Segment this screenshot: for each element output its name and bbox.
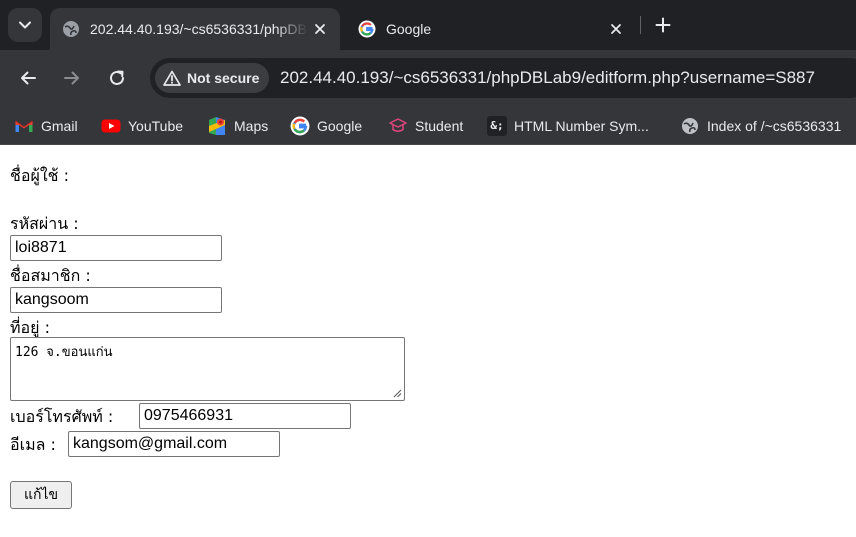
email-label: อีเมล : bbox=[10, 435, 56, 454]
bookmark-label: Gmail bbox=[41, 117, 78, 134]
tab-editform[interactable]: 202.44.40.193/~cs6536331/phpDBLab9/editf… bbox=[50, 8, 340, 50]
youtube-icon bbox=[101, 116, 121, 136]
bookmark-label: Maps bbox=[234, 117, 269, 134]
address-textarea[interactable]: 126 จ.ขอนแก่น bbox=[10, 337, 405, 401]
bookmarks-bar: Gmail YouTube Maps Google Student &; HTM… bbox=[0, 107, 856, 145]
tab-title: Google bbox=[386, 21, 432, 37]
reload-icon bbox=[110, 70, 124, 85]
submit-edit-button[interactable]: แก้ไข bbox=[10, 481, 72, 509]
warning-icon bbox=[163, 70, 181, 86]
reload-button[interactable] bbox=[103, 64, 131, 92]
bookmark-google[interactable]: Google bbox=[290, 107, 362, 144]
phone-input[interactable]: 0975466931 bbox=[139, 403, 351, 429]
address-bar[interactable]: Not secure 202.44.40.193/~cs6536331/phpD… bbox=[150, 58, 856, 98]
close-tab-icon[interactable] bbox=[604, 17, 628, 41]
bookmark-html-number[interactable]: &; HTML Number Sym... bbox=[487, 107, 649, 144]
bookmark-label: Google bbox=[317, 117, 363, 134]
gmail-icon bbox=[14, 116, 34, 136]
page-content: ชื่อผู้ใช้ : รหัสผ่าน : loi8871 ชื่อสมาช… bbox=[0, 151, 856, 537]
tab-strip: 202.44.40.193/~cs6536331/phpDBLab9/editf… bbox=[0, 0, 856, 50]
phone-label: เบอร์โทรศัพท์ : bbox=[10, 407, 114, 426]
forward-button[interactable] bbox=[58, 64, 86, 92]
email-input[interactable]: kangsom@gmail.com bbox=[68, 431, 280, 457]
tab-search-button[interactable] bbox=[8, 8, 42, 42]
browser-toolbar: Not secure 202.44.40.193/~cs6536331/phpD… bbox=[0, 50, 856, 107]
username-label: ชื่อผู้ใช้ : bbox=[10, 166, 69, 185]
bookmark-index[interactable]: Index of /~cs6536331 bbox=[680, 107, 841, 144]
tab-title: 202.44.40.193/~cs6536331/phpDBLab9/editf… bbox=[90, 21, 308, 37]
password-input[interactable]: loi8871 bbox=[10, 235, 222, 261]
bookmark-label: Student bbox=[415, 117, 464, 134]
address-text: 126 จ.ขอนแก่น bbox=[15, 345, 113, 360]
close-tab-icon[interactable] bbox=[308, 17, 332, 41]
globe-icon bbox=[680, 116, 700, 136]
bookmark-student[interactable]: Student bbox=[388, 107, 463, 144]
arrow-right-icon bbox=[64, 71, 79, 85]
google-icon bbox=[358, 20, 376, 38]
maps-icon bbox=[207, 116, 227, 136]
back-button[interactable] bbox=[14, 64, 42, 92]
security-label: Not secure bbox=[187, 70, 260, 86]
resize-grip-icon[interactable] bbox=[393, 389, 402, 398]
new-tab-button[interactable] bbox=[650, 12, 676, 38]
bookmark-youtube[interactable]: YouTube bbox=[101, 107, 183, 144]
bookmark-gmail[interactable]: Gmail bbox=[14, 107, 78, 144]
html-entity-icon: &; bbox=[487, 115, 507, 136]
google-icon bbox=[290, 116, 310, 136]
bookmark-label: Index of /~cs6536331 bbox=[707, 117, 842, 134]
url-text[interactable]: 202.44.40.193/~cs6536331/phpDBLab9/editf… bbox=[280, 68, 815, 88]
bookmark-maps[interactable]: Maps bbox=[207, 107, 268, 144]
tab-google[interactable]: Google bbox=[346, 8, 636, 50]
bookmark-label: HTML Number Sym... bbox=[514, 117, 649, 134]
bookmark-label: YouTube bbox=[128, 117, 184, 134]
member-name-label: ชื่อสมาชิก : bbox=[10, 266, 91, 285]
chevron-down-icon bbox=[19, 21, 31, 29]
password-label: รหัสผ่าน : bbox=[10, 214, 79, 233]
plus-icon bbox=[655, 17, 671, 33]
arrow-left-icon bbox=[21, 71, 36, 85]
tab-separator bbox=[640, 16, 641, 34]
member-name-input[interactable]: kangsoom bbox=[10, 287, 222, 313]
globe-icon bbox=[63, 21, 79, 37]
student-icon bbox=[388, 116, 408, 136]
security-indicator[interactable]: Not secure bbox=[155, 63, 270, 93]
